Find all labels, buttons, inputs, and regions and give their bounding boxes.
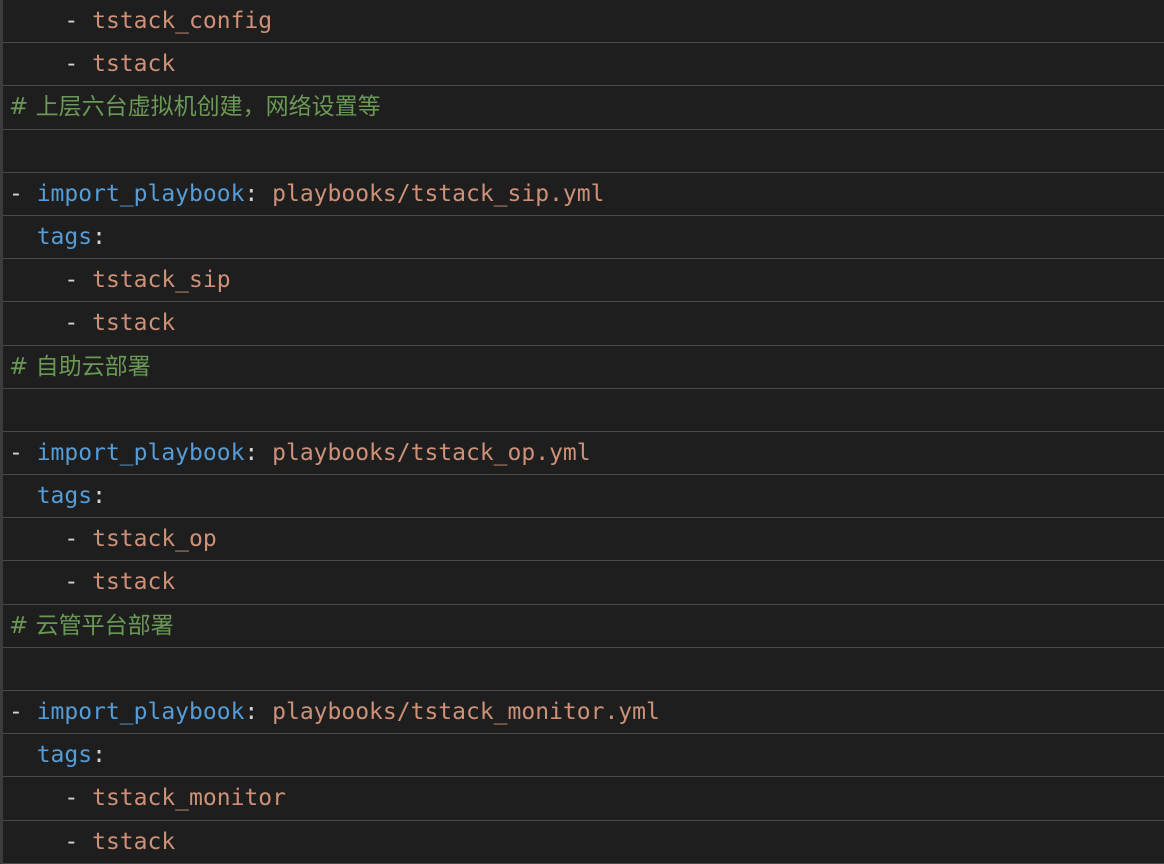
yaml-value: tstack [92, 51, 176, 78]
yaml-key: tags [36, 483, 93, 510]
code-line[interactable]: - tstack [3, 561, 1164, 605]
yaml-value: tstack_config [92, 8, 273, 34]
code-line[interactable]: tags: [3, 475, 1164, 519]
list-dash: - [64, 267, 93, 294]
code-line[interactable]: # 云管平台部署 [3, 605, 1164, 648]
yaml-colon: : [244, 439, 273, 466]
yaml-colon: : [244, 180, 273, 207]
code-line[interactable]: - import_playbook: playbooks/tstack_moni… [3, 691, 1164, 735]
yaml-colon: : [92, 742, 106, 769]
list-dash: - [64, 828, 93, 855]
yaml-comment: # 云管平台部署 [9, 612, 174, 639]
code-line[interactable]: - import_playbook: playbooks/tstack_sip.… [3, 173, 1164, 216]
yaml-key: import_playbook [36, 439, 245, 466]
list-dash: - [64, 569, 93, 596]
yaml-value: tstack [92, 828, 176, 855]
code-line[interactable]: tags: [3, 216, 1164, 260]
code-line[interactable] [3, 648, 1164, 691]
code-line[interactable]: # 上层六台虚拟机创建，网络设置等 [3, 86, 1164, 130]
yaml-key: tags [36, 223, 93, 250]
list-dash: - [9, 699, 37, 725]
list-dash: - [64, 8, 93, 34]
code-line[interactable]: - tstack_monitor [3, 777, 1164, 821]
yaml-key: import_playbook [36, 699, 245, 725]
code-line[interactable]: - tstack [3, 821, 1164, 864]
list-dash: - [64, 310, 93, 337]
list-dash: - [64, 785, 93, 812]
yaml-value: tstack_op [92, 526, 217, 553]
yaml-value: playbooks/tstack_monitor.yml [272, 699, 660, 725]
yaml-value: playbooks/tstack_sip.yml [272, 180, 605, 207]
yaml-value: tstack [92, 569, 176, 596]
yaml-value: tstack [92, 310, 176, 337]
yaml-colon: : [92, 223, 106, 250]
code-line[interactable]: - tstack_op [3, 518, 1164, 562]
yaml-value: tstack_monitor [92, 785, 286, 812]
yaml-colon: : [92, 483, 106, 510]
list-dash: - [9, 180, 37, 207]
code-line[interactable]: # 自助云部署 [3, 346, 1164, 389]
yaml-key: tags [36, 742, 93, 769]
yaml-value: tstack_sip [92, 267, 231, 294]
code-line[interactable]: - import_playbook: playbooks/tstack_op.y… [3, 432, 1164, 476]
yaml-colon: : [244, 699, 273, 725]
code-line[interactable] [3, 389, 1164, 432]
code-line[interactable]: - tstack_config [3, 0, 1164, 44]
list-dash: - [64, 526, 93, 553]
code-line[interactable]: - tstack [3, 302, 1164, 346]
code-line[interactable] [3, 130, 1164, 173]
code-line[interactable]: - tstack_sip [3, 259, 1164, 303]
code-line[interactable]: tags: [3, 734, 1164, 778]
code-editor[interactable]: - tstack_config - tstack # 上层六台虚拟机创建，网络设置… [0, 0, 1164, 864]
yaml-comment: # 上层六台虚拟机创建，网络设置等 [9, 94, 381, 121]
yaml-key: import_playbook [36, 180, 245, 207]
list-dash: - [9, 439, 37, 466]
list-dash: - [64, 51, 93, 78]
yaml-value: playbooks/tstack_op.yml [272, 439, 591, 466]
code-line[interactable]: - tstack [3, 43, 1164, 87]
yaml-comment: # 自助云部署 [9, 353, 151, 380]
